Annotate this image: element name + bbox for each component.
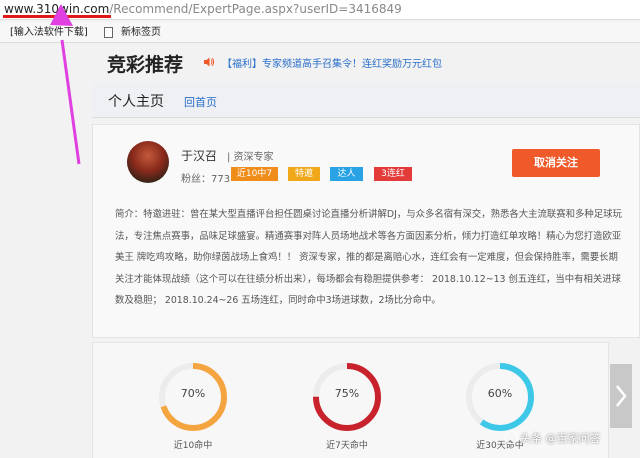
magenta-arrow-annotation bbox=[50, 4, 81, 165]
